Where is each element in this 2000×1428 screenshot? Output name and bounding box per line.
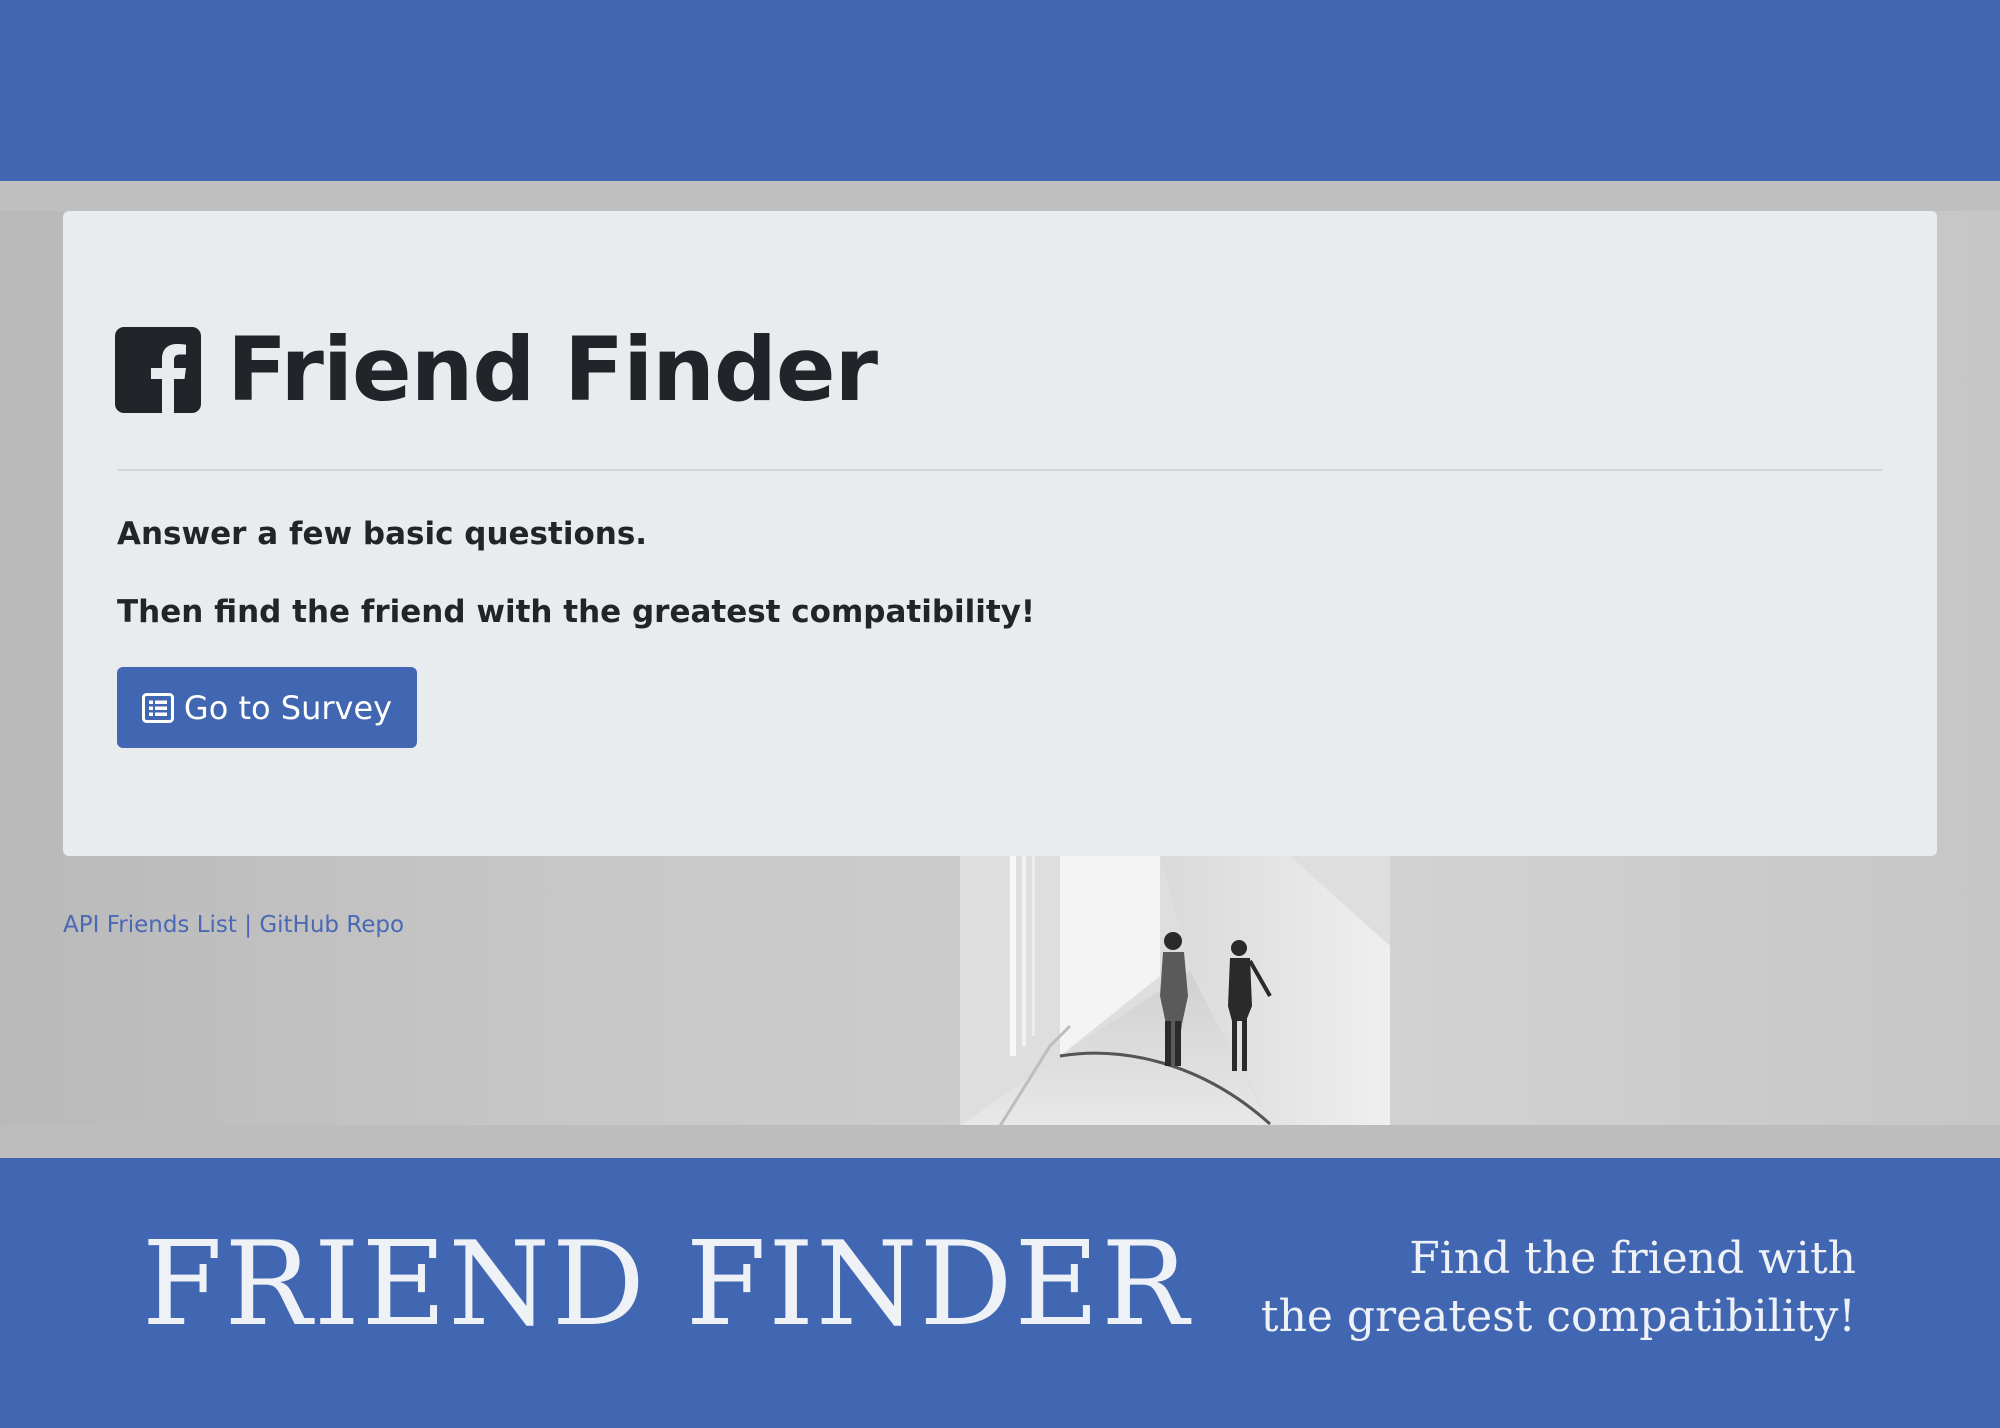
banner-tagline: Find the friend with the greatest compat… xyxy=(1261,1230,1856,1346)
jumbotron-panel: Friend Finder Answer a few basic questio… xyxy=(63,211,1937,856)
page-title: Friend Finder xyxy=(227,318,878,421)
github-repo-link[interactable]: GitHub Repo xyxy=(259,912,404,938)
facebook-square-icon xyxy=(115,327,201,413)
tagline-line-1: Find the friend with xyxy=(1409,1233,1856,1284)
hero-top-band xyxy=(0,181,2000,211)
api-friends-list-link[interactable]: API Friends List xyxy=(63,912,237,938)
list-alt-icon xyxy=(141,692,174,723)
go-to-survey-button[interactable]: Go to Survey xyxy=(117,667,417,748)
link-separator: | xyxy=(244,912,252,938)
tagline-line-2: the greatest compatibility! xyxy=(1260,1291,1856,1342)
hallway-photo xyxy=(960,856,1390,1125)
bottom-banner: FRIEND FINDER Find the friend with the g… xyxy=(0,1158,2000,1428)
bottom-band xyxy=(0,1125,2000,1158)
banner-title: FRIEND FINDER xyxy=(142,1217,1191,1352)
top-header-bar xyxy=(0,0,2000,181)
lead-text-1: Answer a few basic questions. xyxy=(117,516,648,552)
go-to-survey-label: Go to Survey xyxy=(183,688,393,727)
divider xyxy=(117,469,1883,471)
footer-links: API Friends List | GitHub Repo xyxy=(63,912,404,938)
lead-text-2: Then find the friend with the greatest c… xyxy=(117,594,1036,630)
brand-heading: Friend Finder xyxy=(115,318,878,421)
